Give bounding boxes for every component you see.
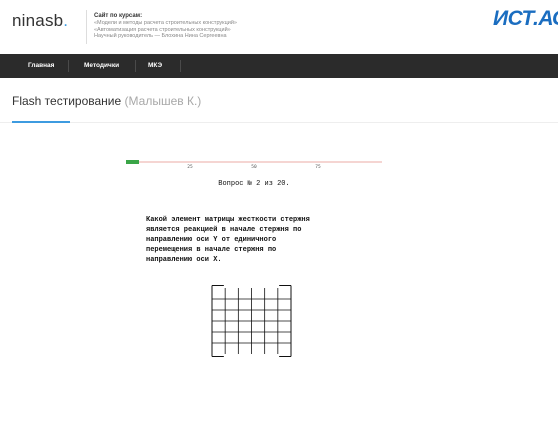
site-info: Сайт по курсам: «Модели и методы расчета…: [86, 10, 294, 44]
nav-separator: [135, 60, 136, 72]
main-nav: Главная Методички МКЭ: [0, 54, 558, 78]
progress-tick: 25: [187, 165, 193, 170]
supervisor-line: Научный руководитель — Блохина Нина Серг…: [94, 33, 227, 39]
brand-logo[interactable]: ИСТ.АС: [493, 7, 558, 31]
question-line: Какой элемент матрицы жесткости стержня: [146, 216, 310, 224]
nav-separator: [180, 60, 181, 72]
nav-item-fem[interactable]: МКЭ: [148, 54, 162, 78]
site-heading: Сайт по курсам:: [94, 13, 143, 19]
page-title-author: (Малышев К.): [124, 94, 202, 108]
page-title: Flash тестирование (Малышев К.): [12, 94, 201, 108]
progress-tick: 75: [315, 165, 321, 170]
question-text: Какой элемент матрицы жесткости стержня …: [146, 215, 376, 265]
nav-item-manuals[interactable]: Методички: [84, 54, 119, 78]
stiffness-matrix-grid: [211, 285, 292, 357]
title-rule: [0, 122, 558, 123]
site-header: ninasb. Сайт по курсам: «Модели и методы…: [0, 0, 558, 54]
header-divider: [86, 10, 87, 44]
progress-tick: 50: [251, 165, 257, 170]
nav-item-home[interactable]: Главная: [28, 54, 54, 78]
logo-text: ninasb: [12, 11, 64, 30]
site-logo[interactable]: ninasb.: [12, 11, 68, 31]
question-line: перемещения в начале стержня по: [146, 246, 277, 254]
question-line: направлению оси Y от единичного: [146, 236, 277, 244]
question-line: является реакцией в начале стержня по: [146, 226, 302, 234]
nav-separator: [68, 60, 69, 72]
progress-fill: [126, 160, 139, 164]
question-line: направлению оси X.: [146, 256, 222, 264]
progress-ticks: 25 50 75: [126, 165, 382, 171]
title-underline: [12, 121, 70, 123]
test-progress-bar: [126, 160, 382, 164]
logo-dot: .: [63, 11, 69, 30]
question-counter: Вопрос № 2 из 20.: [218, 180, 290, 188]
page-title-text: Flash тестирование: [12, 94, 122, 108]
